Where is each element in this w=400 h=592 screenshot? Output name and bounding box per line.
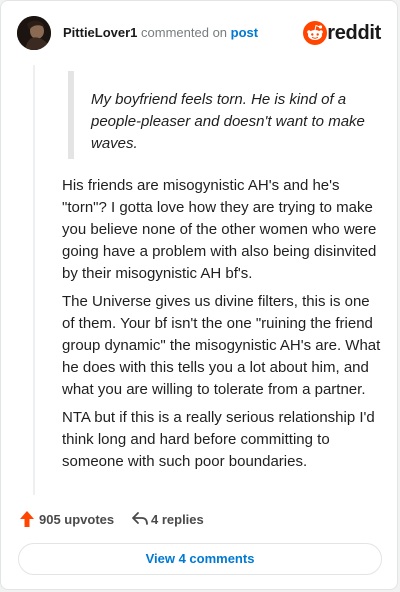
reply-arrow-icon[interactable] [131,511,149,527]
quoted-text: My boyfriend feels torn. He is kind of a… [91,91,365,152]
comment-paragraph-1: His friends are misogynistic AH's and he… [62,177,377,282]
avatar[interactable] [17,16,51,50]
reddit-logo-icon [303,21,327,45]
view-comments-button[interactable]: View 4 comments [18,543,382,575]
quote-bar [68,71,74,159]
comment-header: PittieLover1 commented on post reddit [17,16,381,50]
avatar-image [17,16,51,50]
reddit-wordmark: reddit [327,22,381,44]
comment-attribution: PittieLover1 commented on post [63,25,258,41]
thread-line [33,65,35,495]
comment-paragraph-2: The Universe gives us divine filters, th… [62,293,381,398]
username[interactable]: PittieLover1 [63,25,137,40]
comment-paragraph-3: NTA but if this is a really serious rela… [62,409,375,470]
reply-count[interactable]: 4 replies [151,512,204,527]
attribution-action: commented on [141,25,228,40]
post-link[interactable]: post [231,25,258,40]
upvote-arrow-icon[interactable] [19,510,35,528]
comment-card: PittieLover1 commented on post reddit My… [0,0,398,590]
upvote-count: 905 upvotes [39,512,115,527]
